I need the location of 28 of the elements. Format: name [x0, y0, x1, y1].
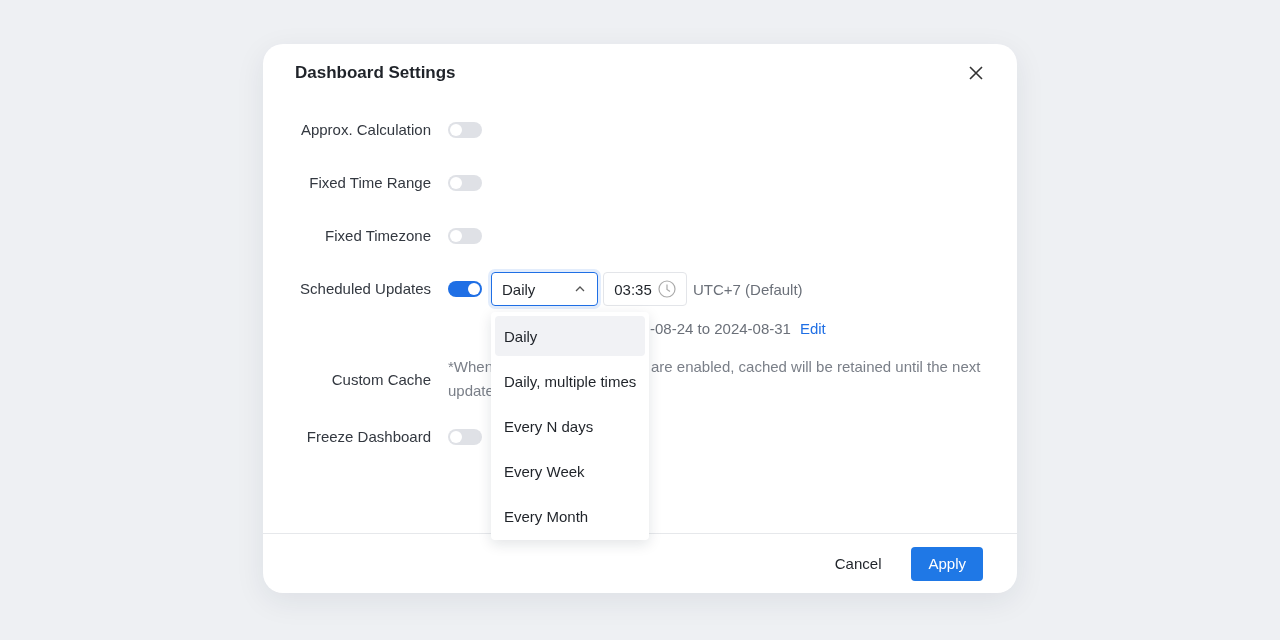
time-field[interactable]: 03:35	[603, 272, 687, 306]
setting-label: Freeze Dashboard	[306, 428, 431, 445]
toggle-switch[interactable]	[448, 428, 482, 445]
dropdown-option[interactable]: Daily	[495, 316, 645, 356]
apply-button[interactable]: Apply	[911, 546, 983, 581]
dropdown-option[interactable]: Every N days	[495, 406, 645, 446]
cancel-button[interactable]: Cancel	[834, 546, 882, 581]
edit-link[interactable]: Edit	[799, 319, 826, 337]
dropdown-option[interactable]: Every Month	[495, 496, 645, 536]
frequency-select[interactable]: Daily	[491, 272, 598, 306]
dialog-title: Dashboard Settings	[295, 63, 456, 83]
close-icon[interactable]	[969, 66, 983, 80]
dropdown-option[interactable]: Every Week	[495, 451, 645, 491]
toggle-switch[interactable]	[448, 281, 482, 297]
setting-label: Scheduled Updates	[300, 280, 431, 297]
toggle-switch[interactable]	[448, 227, 482, 244]
schedule-text: -08-24 to 2024-08-31	[650, 319, 791, 337]
setting-label: Fixed Time Range	[309, 174, 431, 191]
toggle-switch[interactable]	[448, 174, 482, 191]
note-text: are enabled, cached will be retained until the next	[651, 357, 981, 377]
dropdown-option[interactable]: Daily, multiple times	[495, 361, 645, 401]
clock-icon	[657, 280, 676, 298]
setting-label: Fixed Timezone	[325, 227, 431, 244]
toggle-switch[interactable]	[448, 121, 482, 138]
setting-label: Approx. Calculation	[300, 121, 431, 138]
timezone-label: UTC+7 (Default)	[693, 280, 803, 298]
setting-label: Custom Cache	[331, 370, 431, 388]
chevron-icon	[575, 286, 585, 292]
